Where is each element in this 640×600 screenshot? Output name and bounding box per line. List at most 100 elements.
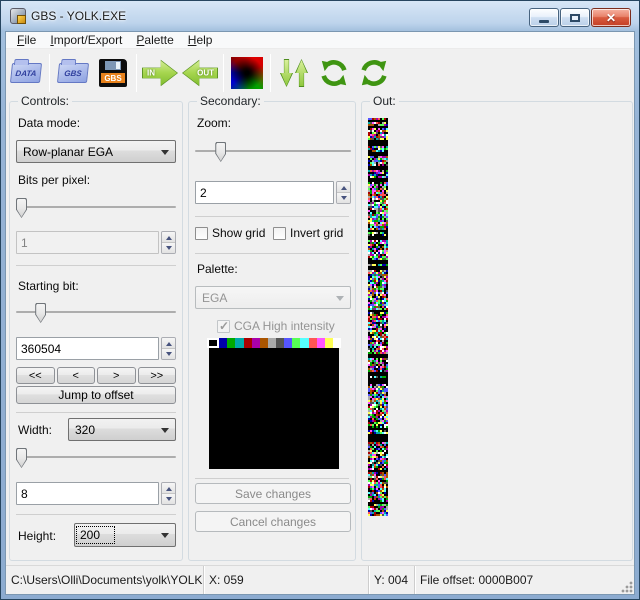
starting-bit-slider[interactable] — [16, 303, 176, 323]
minimize-icon — [539, 19, 549, 23]
color-editor[interactable] — [209, 348, 339, 469]
floppy-disk-icon: GBS — [99, 59, 127, 87]
minimize-button[interactable] — [529, 8, 559, 27]
spinner — [161, 337, 176, 360]
refresh-alt-button[interactable] — [354, 52, 394, 94]
spin-up-button[interactable] — [337, 182, 350, 192]
up-down-arrows-icon — [280, 59, 308, 87]
palette-swatch[interactable] — [332, 338, 341, 348]
chevron-down-icon — [336, 296, 344, 305]
menu-import-export[interactable]: Import/Export — [43, 32, 129, 48]
palette-swatch[interactable] — [292, 338, 301, 348]
divider — [16, 412, 176, 413]
jump-to-offset-button[interactable]: Jump to offset — [16, 386, 176, 404]
slider-thumb[interactable] — [16, 198, 27, 218]
palette-swatch[interactable] — [251, 338, 260, 348]
slider-thumb[interactable] — [215, 142, 227, 162]
checkbox-icon — [195, 226, 208, 240]
starting-bit-spin — [16, 337, 176, 360]
width-fine-slider[interactable] — [16, 448, 176, 468]
toolbar-separator — [49, 54, 50, 92]
title-bar[interactable]: GBS - YOLK.EXE ✕ — [1, 1, 639, 31]
refresh-button[interactable] — [314, 52, 354, 94]
height-combobox[interactable]: 200 — [74, 523, 176, 547]
palette-label: Palette: — [197, 262, 238, 276]
offset-forward-button[interactable]: > — [97, 367, 136, 384]
palette-swatch[interactable] — [308, 338, 317, 348]
data-mode-combobox[interactable]: Row-planar EGA — [16, 140, 176, 163]
open-gbs-button[interactable]: GBS — [53, 52, 93, 94]
save-gbs-button[interactable]: GBS — [93, 52, 133, 94]
palette-swatch[interactable] — [219, 338, 228, 348]
divider — [195, 253, 349, 254]
spin-down-button[interactable] — [162, 493, 175, 504]
palette-swatch[interactable] — [227, 338, 236, 348]
palette-swatch[interactable] — [276, 338, 285, 348]
invert-grid-checkbox[interactable]: Invert grid — [273, 226, 343, 240]
out-pixel-strip[interactable] — [368, 118, 388, 516]
main-area: Controls: Data mode: Row-planar EGA Bits… — [6, 94, 634, 564]
offset-forward-fast-button[interactable]: >> — [137, 367, 176, 384]
height-label: Height: — [18, 529, 57, 543]
resize-grip[interactable] — [621, 581, 633, 593]
width-fine-spin — [16, 482, 176, 505]
zoom-slider[interactable] — [195, 142, 351, 162]
menu-palette[interactable]: Palette — [129, 32, 180, 48]
bits-per-pixel-spin — [16, 231, 176, 254]
move-in-button[interactable]: IN — [140, 52, 180, 94]
divider — [195, 216, 349, 217]
controls-group-label: Controls: — [18, 94, 73, 108]
palette-swatch[interactable] — [259, 338, 268, 348]
menu-help[interactable]: Help — [181, 32, 220, 48]
zoom-spin — [195, 181, 351, 204]
out-group-label: Out: — [370, 94, 399, 108]
palette-swatch[interactable] — [267, 338, 276, 348]
chevron-down-icon — [161, 150, 169, 159]
palette-swatch[interactable] — [235, 338, 244, 348]
spinner — [161, 231, 176, 254]
spin-down-button[interactable] — [162, 348, 175, 359]
maximize-button[interactable] — [560, 8, 590, 27]
toolbar-separator — [136, 54, 137, 92]
palette-swatch[interactable] — [243, 338, 252, 348]
width-combobox[interactable]: 320 — [68, 418, 176, 441]
starting-bit-input[interactable] — [16, 337, 159, 360]
chevron-down-icon — [161, 428, 169, 437]
app-icon — [10, 8, 26, 24]
color-wheel-button[interactable] — [227, 52, 267, 94]
close-icon: ✕ — [605, 10, 617, 25]
swap-up-down-button[interactable] — [274, 52, 314, 94]
zoom-label: Zoom: — [197, 116, 232, 130]
out-arrow-icon: OUT — [182, 58, 218, 88]
width-fine-input[interactable] — [16, 482, 159, 505]
cancel-changes-button: Cancel changes — [195, 511, 351, 532]
status-file-path: C:\Users\Olli\Documents\yolk\YOLK.EXE — [11, 573, 203, 587]
window-title: GBS - YOLK.EXE — [31, 9, 127, 23]
palette-swatch[interactable] — [207, 338, 220, 348]
palette-swatch[interactable] — [300, 338, 309, 348]
maximize-icon — [570, 13, 580, 22]
slider-thumb[interactable] — [35, 303, 47, 323]
spin-up-button[interactable] — [162, 338, 175, 348]
palette-swatch[interactable] — [284, 338, 293, 348]
chevron-down-icon — [161, 533, 169, 542]
spin-up-button[interactable] — [162, 483, 175, 493]
controls-group: Controls: Data mode: Row-planar EGA Bits… — [9, 94, 183, 561]
zoom-input[interactable] — [195, 181, 334, 204]
palette-swatch[interactable] — [316, 338, 325, 348]
close-button[interactable]: ✕ — [591, 8, 631, 27]
slider-thumb[interactable] — [16, 448, 27, 468]
offset-back-button[interactable]: < — [56, 367, 95, 384]
offset-nav-row: << < > >> — [16, 367, 176, 384]
bits-per-pixel-label: Bits per pixel: — [18, 173, 91, 187]
menu-file[interactable]: File — [10, 32, 43, 48]
palette-swatch[interactable] — [324, 338, 333, 348]
show-grid-checkbox[interactable]: Show grid — [195, 226, 265, 240]
move-out-button[interactable]: OUT — [180, 52, 220, 94]
offset-back-fast-button[interactable]: << — [16, 367, 55, 384]
spin-down-button[interactable] — [337, 192, 350, 203]
open-data-button[interactable]: DATA — [6, 52, 46, 94]
toolbar: DATA GBS GBS IN OUT — [6, 50, 634, 96]
bits-per-pixel-slider[interactable] — [16, 198, 176, 218]
checkbox-icon — [273, 226, 286, 240]
